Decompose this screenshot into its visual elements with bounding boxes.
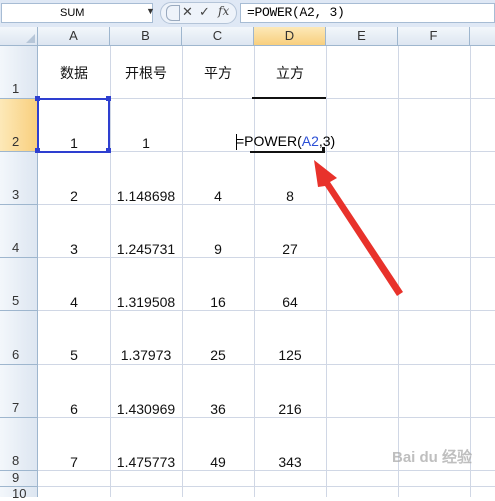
watermark-logo: Bai du 经验 — [392, 449, 473, 466]
annotation-arrow-icon — [314, 160, 403, 296]
